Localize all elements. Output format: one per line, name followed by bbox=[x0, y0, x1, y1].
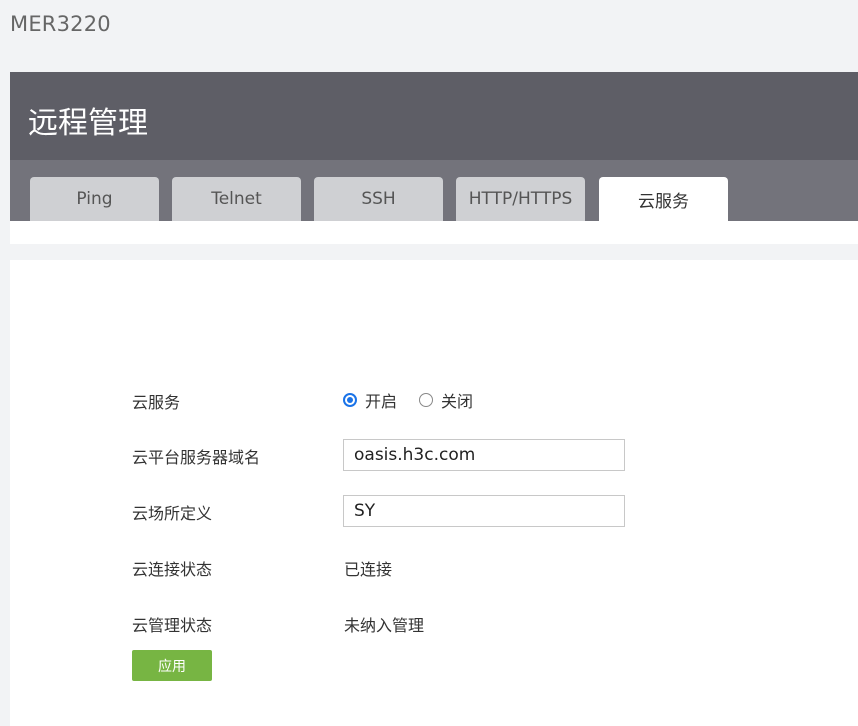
connection-status-value: 已连接 bbox=[344, 560, 393, 579]
cloud-service-on-radio[interactable] bbox=[343, 393, 357, 407]
management-status-label: 云管理状态 bbox=[132, 616, 213, 635]
server-domain-label: 云平台服务器域名 bbox=[132, 448, 261, 467]
cloud-service-off-label[interactable]: 关闭 bbox=[441, 388, 473, 412]
server-domain-input[interactable] bbox=[343, 439, 625, 471]
form-content: 云服务 开启 关闭 云平台服务器域名 云场所定义 云连接状态 已连接 云管理状态… bbox=[10, 260, 858, 726]
tab-http-https[interactable]: HTTP/HTTPS bbox=[456, 177, 585, 221]
cloud-service-label: 云服务 bbox=[132, 393, 181, 412]
cloud-service-radio-group: 开启 关闭 bbox=[343, 389, 495, 411]
header-top: 远程管理 bbox=[10, 72, 858, 160]
cloud-service-off-radio[interactable] bbox=[419, 393, 434, 407]
site-definition-label: 云场所定义 bbox=[132, 504, 213, 523]
device-title: MER3220 bbox=[10, 12, 111, 36]
apply-button[interactable]: 应用 bbox=[132, 650, 212, 681]
tab-cloud-service[interactable]: 云服务 bbox=[599, 177, 728, 221]
tab-ping[interactable]: Ping bbox=[30, 177, 159, 221]
header-panel: 远程管理 Ping Telnet SSH HTTP/HTTPS 云服务 bbox=[10, 72, 858, 244]
tab-ssh[interactable]: SSH bbox=[314, 177, 443, 221]
page-title: 远程管理 bbox=[28, 106, 148, 141]
connection-status-label: 云连接状态 bbox=[132, 560, 213, 579]
site-definition-input[interactable] bbox=[343, 495, 625, 527]
management-status-value: 未纳入管理 bbox=[344, 616, 425, 635]
tab-telnet[interactable]: Telnet bbox=[172, 177, 301, 221]
cloud-service-on-label[interactable]: 开启 bbox=[365, 388, 397, 412]
